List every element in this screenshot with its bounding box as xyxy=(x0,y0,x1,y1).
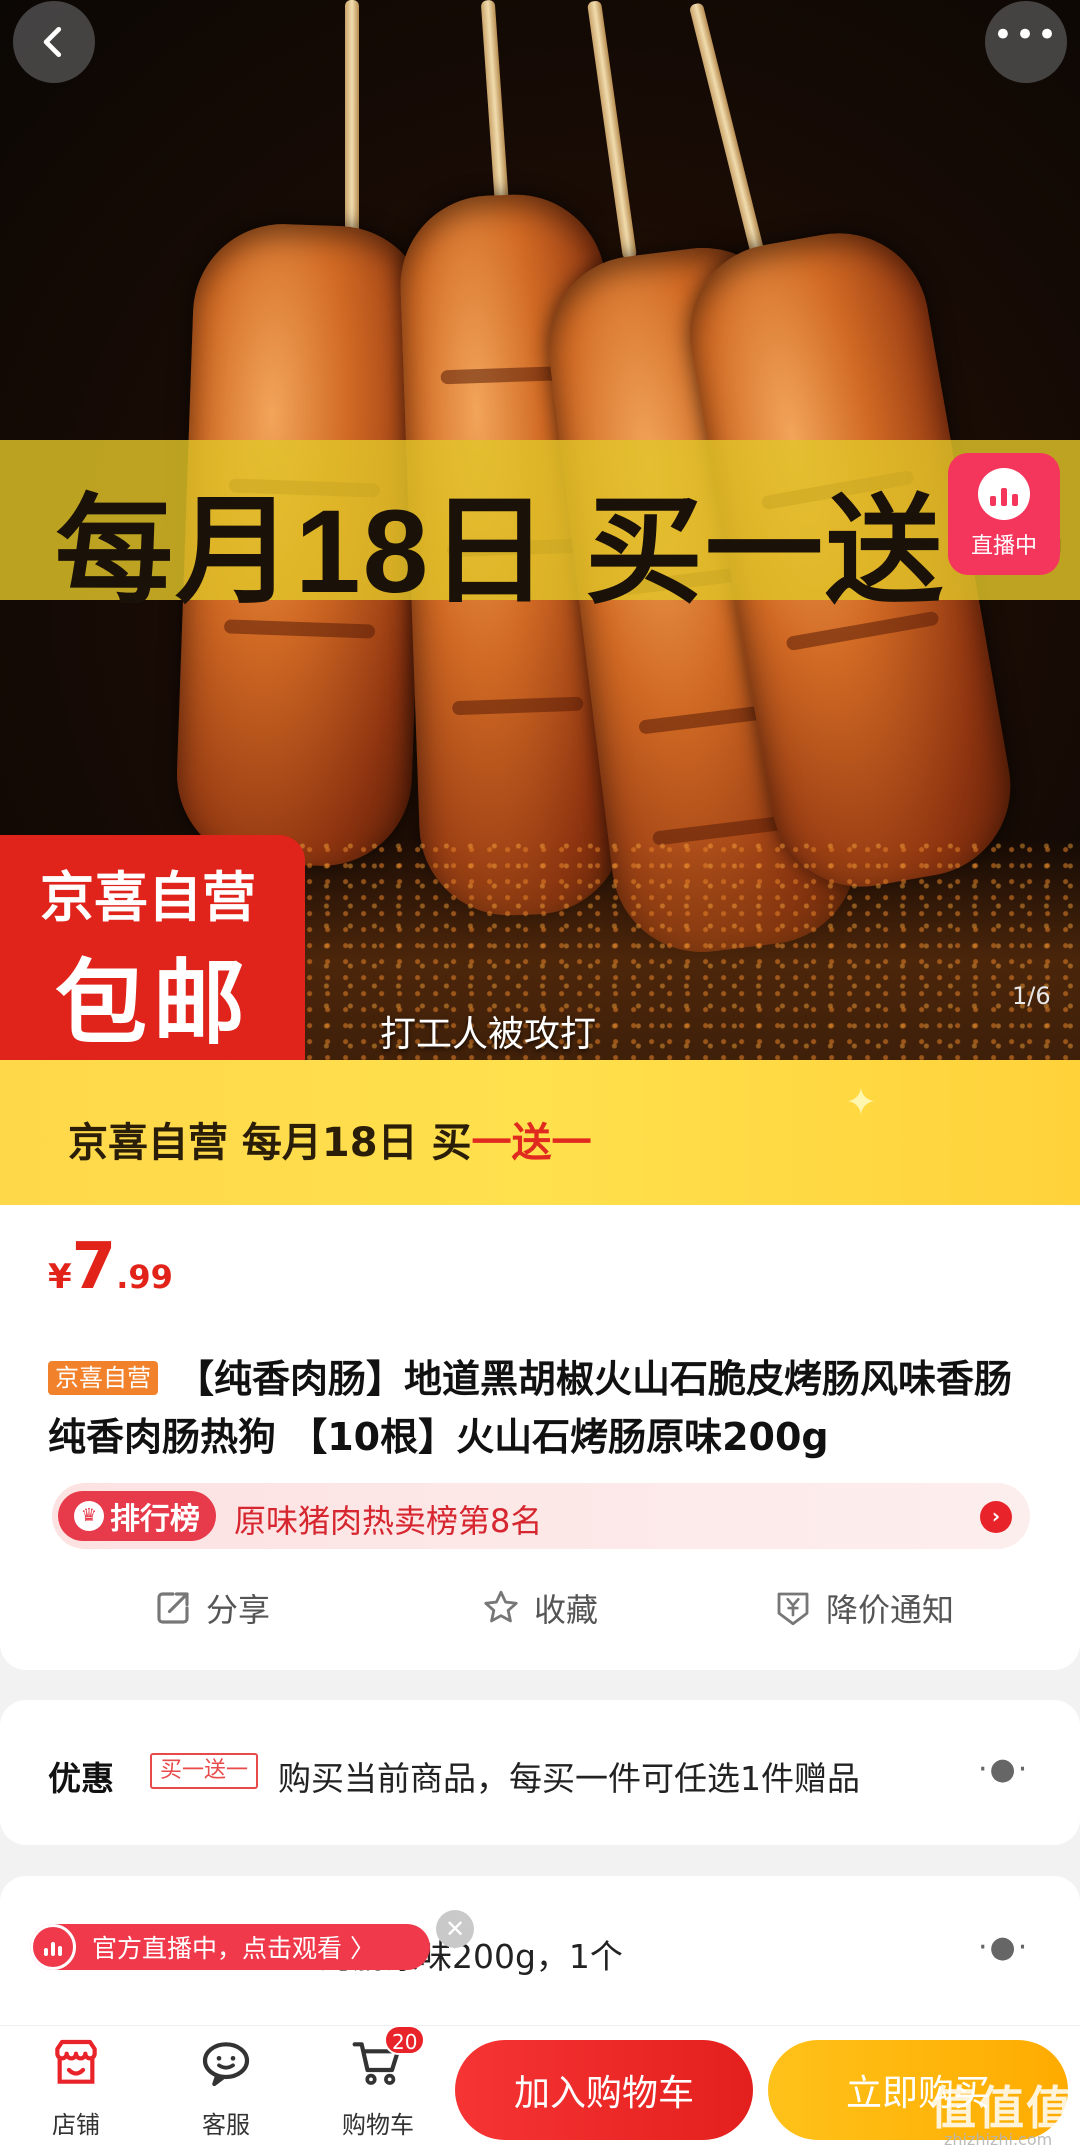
offer-tag: 买一送一 xyxy=(150,1753,259,1789)
customer-service-icon xyxy=(202,2042,250,2087)
skewer xyxy=(480,0,510,211)
live-icon xyxy=(978,468,1030,520)
nav-service[interactable]: 客服 xyxy=(166,2035,286,2140)
favorite-label: 收藏 xyxy=(534,1591,599,1629)
nav-store[interactable]: 店铺 xyxy=(16,2035,136,2140)
nav-service-label: 客服 xyxy=(202,2111,250,2139)
watermark: 值值值 xyxy=(930,2081,1074,2135)
price-alert-icon xyxy=(777,1592,809,1626)
more-button[interactable]: ••• xyxy=(985,1,1067,83)
jx-free-shipping-badge: 京喜自营 包邮 xyxy=(0,835,305,1060)
promo-strip-highlight: 一送一 xyxy=(471,1120,592,1166)
ranking-tag: ♛ 排行榜 xyxy=(58,1491,216,1541)
close-icon[interactable]: ✕ xyxy=(436,1910,474,1948)
price-integer: 7 xyxy=(71,1230,117,1304)
product-image-carousel[interactable]: 每月18日 买一送一 京喜自营 包邮 打工人被攻打 1/6 xyxy=(0,0,1080,1060)
skewer xyxy=(688,2,766,258)
jx-badge-top: 京喜自营 xyxy=(40,866,256,929)
ranking-text: 原味猪肉热卖榜第8名 xyxy=(234,1502,543,1540)
chevron-right-icon: › xyxy=(980,1501,1012,1533)
promo-strip-prefix: 京喜自营 每月18日 买 xyxy=(68,1120,472,1166)
product-title: 京喜自营 【纯香肉肠】地道黑胡椒火山石脆皮烤肠风味香肠纯香肉肠热狗 【10根】火山… xyxy=(48,1350,1038,1466)
price-alert-label: 降价通知 xyxy=(826,1591,955,1629)
ranking-tag-label: 排行榜 xyxy=(110,1502,200,1537)
nav-store-label: 店铺 xyxy=(52,2111,100,2139)
share-label: 分享 xyxy=(206,1591,271,1629)
chevron-left-icon xyxy=(43,26,62,58)
live-badge[interactable]: 直播中 xyxy=(948,453,1060,575)
price-decimal: .99 xyxy=(116,1258,173,1296)
more-dots-icon: ••• xyxy=(992,15,1060,55)
back-button[interactable] xyxy=(13,1,95,83)
live-float-banner[interactable]: 官方直播中，点击观看 〉 xyxy=(30,1924,430,1970)
promo-strip-text: 京喜自营 每月18日 买一送一 xyxy=(68,1110,592,1168)
product-actions: 分享 收藏 降价通知 xyxy=(0,1585,1080,1645)
star-icon xyxy=(484,1590,518,1623)
share-button[interactable]: 分享 xyxy=(152,1585,270,1631)
price-currency: ¥ xyxy=(48,1257,72,1297)
spec-more-icon[interactable]: ·●· xyxy=(978,1930,1029,1965)
cart-count-badge: 20 xyxy=(384,2025,426,2055)
watermark-url: zhizhizhi.com xyxy=(944,2130,1053,2149)
favorite-button[interactable]: 收藏 xyxy=(480,1585,598,1631)
offer-text: 购买当前商品，每买一件可任选1件赠品 xyxy=(278,1759,860,1798)
trophy-icon: ♛ xyxy=(74,1501,104,1531)
share-icon xyxy=(157,1592,189,1624)
add-to-cart-button[interactable]: 加入购物车 xyxy=(455,2040,753,2140)
skewer xyxy=(586,0,638,260)
skewer xyxy=(345,0,359,240)
nav-cart-label: 购物车 xyxy=(342,2111,414,2139)
jx-badge-bottom: 包邮 xyxy=(55,950,252,1057)
promo-banner-text: 每月18日 买一送一 xyxy=(55,486,1066,618)
self-run-tag: 京喜自营 xyxy=(48,1360,158,1395)
store-icon xyxy=(55,2039,97,2084)
offers-more-icon[interactable]: ·●· xyxy=(978,1752,1029,1787)
product-title-text: 【纯香肉肠】地道黑胡椒火山石脆皮烤肠风味香肠纯香肉肠热狗 【10根】火山石烤肠原… xyxy=(48,1357,1013,1459)
image-caption: 打工人被攻打 xyxy=(380,1014,597,1055)
page-indicator: 1/6 xyxy=(1012,982,1051,1010)
ranking-bar[interactable]: ♛ 排行榜 原味猪肉热卖榜第8名 › xyxy=(52,1483,1030,1549)
price-alert-button[interactable]: 降价通知 xyxy=(772,1585,954,1631)
live-float-label: 官方直播中，点击观看 〉 xyxy=(92,1934,375,1963)
live-icon xyxy=(30,1924,76,1970)
sparkle-icon: ✦ xyxy=(845,1080,877,1124)
live-badge-label: 直播中 xyxy=(970,534,1037,559)
price: ¥7.99 xyxy=(48,1230,173,1304)
offer-label: 优惠 xyxy=(48,1759,114,1798)
